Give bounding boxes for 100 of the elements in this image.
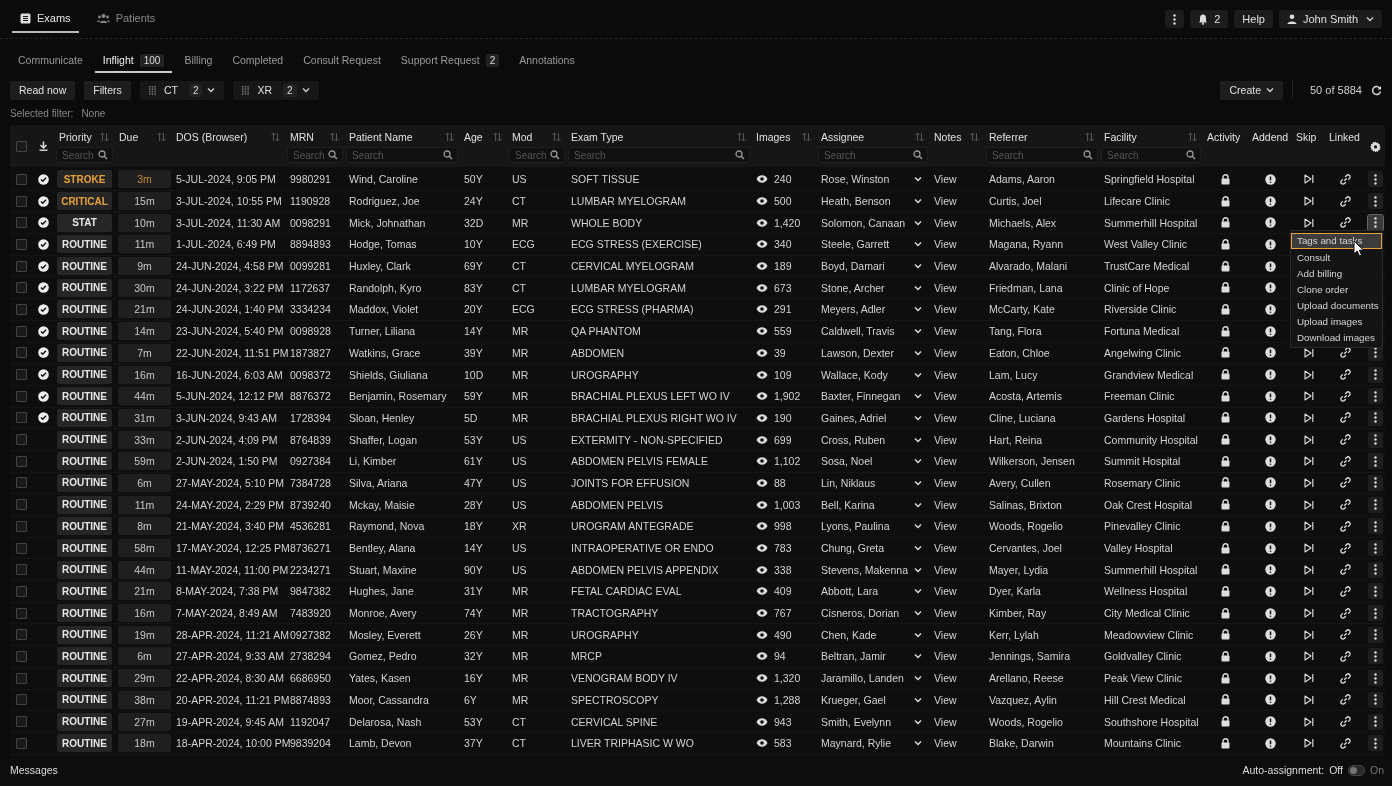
alert-icon[interactable] [1264,499,1276,511]
table-row[interactable]: ROUTINE 38m 20-APR-2024, 11:21 PM8874893 Moor, Cassandra 6Y MR SPECTROSCOPY 1,288 Krueger, Gael View Vazquez, Aylin Hill Crest Medical [10,689,1385,712]
lock-icon[interactable] [1221,694,1230,706]
table-row[interactable]: ROUTINE 59m 2-JUN-2024, 1:50 PM 0927384 Li, Kimber 61Y US ABDOMEN PELVIS FEMALE 1,102 Sosa, Noel View Wilkerson, Jensen Summit Hospital [10,450,1385,473]
table-row[interactable]: ROUTINE 6m 27-MAY-2024, 5:10 PM 7384728 Silva, Ariana 47Y US JOINTS FOR EFFUSION 88 Lin, Niklaus View Avery, Cullen Rosemary Clinic [10,472,1385,495]
skip-icon[interactable] [1303,412,1314,423]
menu-item[interactable]: Upload documents [1291,297,1382,314]
lock-icon[interactable] [1221,412,1230,424]
row-checkbox[interactable] [15,260,27,272]
sort-icon[interactable] [330,131,339,142]
sort-icon[interactable] [100,131,109,142]
link-icon[interactable] [1339,542,1351,554]
eye-icon[interactable] [756,478,768,487]
skip-icon[interactable] [1303,347,1314,358]
worklist-tab[interactable]: Inflight 100 [94,49,173,73]
lock-icon[interactable] [1221,325,1230,337]
worklist-tab[interactable]: Annotations [511,49,583,73]
lock-icon[interactable] [1221,260,1230,272]
user-menu-button[interactable]: John Smith [1278,10,1382,28]
link-icon[interactable] [1339,650,1351,662]
eye-icon[interactable] [756,435,768,444]
eye-icon[interactable] [756,695,768,704]
view-link[interactable]: View [934,628,957,641]
alert-icon[interactable] [1264,737,1276,749]
lock-icon[interactable] [1221,629,1230,641]
alert-icon[interactable] [1264,564,1276,576]
lock-icon[interactable] [1221,542,1230,554]
alert-icon[interactable] [1264,173,1276,185]
worklist-tab[interactable]: Consult Request [295,49,389,73]
eye-icon[interactable] [756,370,768,379]
row-actions-button[interactable] [1367,626,1383,643]
lock-icon[interactable] [1221,672,1230,684]
eye-icon[interactable] [756,218,768,227]
table-row[interactable]: ROUTINE 58m 17-MAY-2024, 12:25 PM8736271 Bentley, Alana 14Y US INTRAOPERATIVE OR ENDO 783 Chung, Greta View Cervantes, Joel Valley Hospital [10,537,1385,560]
select-all-checkbox[interactable] [15,140,27,152]
row-checkbox[interactable] [15,737,27,749]
alert-icon[interactable] [1264,369,1276,381]
link-icon[interactable] [1339,520,1351,532]
modality-filter-dropdown[interactable]: XR 2 [233,80,319,100]
eye-icon[interactable] [756,262,768,271]
alert-icon[interactable] [1264,195,1276,207]
toolbar-button[interactable]: Read now [10,80,76,100]
row-checkbox[interactable] [15,564,27,576]
view-link[interactable]: View [934,520,957,533]
alert-icon[interactable] [1264,650,1276,662]
view-link[interactable]: View [934,585,957,598]
skip-icon[interactable] [1303,196,1314,207]
row-checkbox[interactable] [15,650,27,662]
link-icon[interactable] [1339,369,1351,381]
alert-icon[interactable] [1264,260,1276,272]
row-checkbox[interactable] [15,585,27,597]
eye-icon[interactable] [756,327,768,336]
download-icon[interactable] [39,141,48,151]
skip-icon[interactable] [1303,391,1314,402]
alert-icon[interactable] [1264,282,1276,294]
view-link[interactable]: View [934,542,957,555]
worklist-tab[interactable]: Support Request 2 [392,49,508,73]
row-actions-button[interactable] [1367,540,1383,557]
worklist-tab[interactable]: Communicate [10,49,91,73]
row-checkbox[interactable] [15,195,27,207]
skip-icon[interactable] [1303,608,1314,619]
alert-icon[interactable] [1264,542,1276,554]
messages-label[interactable]: Messages [10,764,58,776]
table-row[interactable]: STROKE 3m 5-JUL-2024, 9:05 PM 9980291 Wind, Caroline 50Y US SOFT TISSUE 240 Rose, Winston View Adams, Aaron Springfield Hospital [10,169,1385,191]
view-link[interactable]: View [934,715,957,728]
table-row[interactable]: ROUTINE 18m 18-APR-2024, 10:00 PM9839204 Lamb, Devon 37Y CT LIVER TRIPHASIC W WO 583 Maynard, Rylie View Blake, Darwin Mountains Clinic [10,732,1385,755]
row-checkbox[interactable] [15,369,27,381]
skip-icon[interactable] [1303,629,1314,640]
view-link[interactable]: View [934,650,957,663]
skip-icon[interactable] [1303,499,1314,510]
menu-item[interactable]: Tags and tasks [1291,233,1382,250]
eye-icon[interactable] [756,587,768,596]
alert-icon[interactable] [1264,455,1276,467]
sort-icon[interactable] [737,131,746,142]
skip-icon[interactable] [1303,434,1314,445]
lock-icon[interactable] [1221,369,1230,381]
column-search-field[interactable]: Search [1101,147,1201,163]
alert-icon[interactable] [1264,716,1276,728]
lock-icon[interactable] [1221,737,1230,749]
lock-icon[interactable] [1221,499,1230,511]
table-row[interactable]: ROUTINE 11m 24-MAY-2024, 2:29 PM 8739240 Mckay, Maisie 28Y US ABDOMEN PELVIS 1,003 Bell, Karina View Salinas, Brixton Oak Crest Hospital [10,494,1385,516]
table-row[interactable]: ROUTINE 7m 22-JUN-2024, 11:51 PM 1873827 Watkins, Grace 39Y MR ABDOMEN 39 Lawson, Dexter View Eaton, Chloe Angelwing Clinic [10,342,1385,365]
skip-icon[interactable] [1303,564,1314,575]
skip-icon[interactable] [1303,521,1314,532]
link-icon[interactable] [1339,347,1351,359]
column-search-field[interactable]: Search [986,147,1098,163]
link-icon[interactable] [1339,716,1351,728]
row-actions-button[interactable] [1367,713,1383,730]
view-link[interactable]: View [934,173,957,186]
link-icon[interactable] [1339,629,1351,641]
lock-icon[interactable] [1221,716,1230,728]
row-actions-button[interactable] [1367,691,1383,708]
eye-icon[interactable] [756,609,768,618]
alert-icon[interactable] [1264,585,1276,597]
sort-icon[interactable] [1188,131,1197,142]
link-icon[interactable] [1339,477,1351,489]
lock-icon[interactable] [1221,585,1230,597]
create-dropdown[interactable]: Create [1220,80,1283,100]
view-link[interactable]: View [934,303,957,316]
toolbar-button[interactable]: Filters [84,80,131,100]
